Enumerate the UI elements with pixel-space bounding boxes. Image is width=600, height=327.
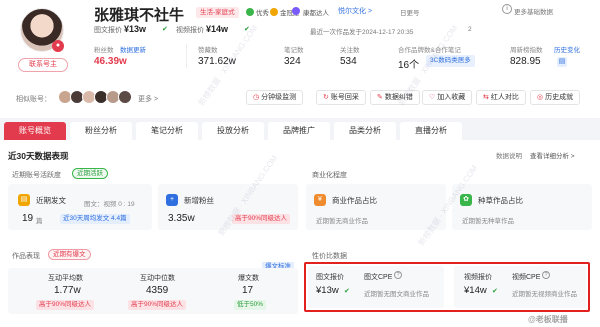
metric-label: 粉丝数 (94, 47, 114, 54)
recent-post-detail: 图文：视频 0 : 19 (84, 201, 135, 208)
badge-icon (292, 7, 300, 15)
perf-title: 作品表现 (12, 253, 40, 260)
seed-note: 近期暂无种草作品 (462, 218, 514, 225)
edit-icon: ✎ (377, 94, 383, 101)
perf-label: 爆文数 (238, 275, 259, 282)
weekly-post-pill: 近30天周均发文 4.4篇 (60, 214, 130, 224)
brands-value: 16个 (398, 60, 420, 71)
compare-icon: ⇆ (483, 94, 489, 101)
perf-pill: 低于50% (234, 300, 267, 310)
perf-pill: 高于90%同级达人 (36, 300, 95, 310)
chart-icon[interactable]: ▤ (557, 57, 567, 67)
recent-post-unit: 篇 (36, 218, 43, 225)
highlight-box (304, 262, 590, 312)
info-icon: i (502, 4, 512, 14)
history-achievement-button[interactable]: ◎ 历史成就 (530, 90, 581, 105)
shop-icon: ¥ (314, 194, 326, 206)
trophy-icon: ◎ (537, 94, 544, 101)
tab-notes[interactable]: 笔记分析 (136, 122, 198, 140)
new-fans-label: 新增粉丝 (184, 196, 214, 205)
perf-label: 互动中位数 (140, 275, 175, 282)
minute-monitor-button[interactable]: ◷ 分钟级监测 (246, 90, 304, 105)
compare-button[interactable]: ⇆ 红人对比 (476, 90, 526, 105)
perf-badge: 近期有爆文 (48, 249, 91, 260)
user-add-icon: + (166, 194, 178, 206)
check-icon: ✔ (162, 26, 168, 33)
account-recall-button[interactable]: ↻ 账号回采 (316, 90, 366, 105)
crown-icon (270, 8, 278, 16)
dept: 2 (468, 26, 472, 33)
image-price: 图文报价 ¥13w (94, 24, 146, 34)
notes-value: 324 (284, 56, 301, 67)
video-price: 视频报价 ¥14w (176, 24, 228, 34)
biz-ratio-label: 商业作品占比 (332, 196, 377, 205)
perf-value: 4359 (146, 285, 169, 296)
category-tag: 生活-家庭式 (196, 7, 239, 18)
flag-excellent: 优秀 (246, 7, 269, 17)
account-name: 张雅琪不社牛 (94, 7, 185, 24)
perf-label: 互动平均数 (48, 275, 83, 282)
contact-owner-button[interactable]: 联系号主 (18, 58, 68, 72)
new-fans-value: 3.35w (168, 213, 195, 224)
recent-post-label: 近期发文 (36, 196, 66, 205)
metric-label: 笔记数 (284, 47, 304, 54)
flag-kangdu (292, 7, 302, 16)
commercial-title: 商业化程度 (312, 172, 347, 179)
clock-icon: ◷ (253, 94, 260, 101)
user-icon: ● (52, 40, 64, 52)
company-link[interactable]: 悦尔文化 > (338, 6, 372, 16)
value-title: 性价比数据 (312, 253, 347, 260)
leaf-icon: ✿ (460, 194, 472, 206)
tab-overview[interactable]: 账号概览 (4, 122, 66, 140)
tab-category[interactable]: 品类分析 (334, 122, 396, 140)
index-value: 828.95 (510, 56, 541, 67)
more-info-link[interactable]: 更多基础数据 (514, 6, 553, 16)
day-tag: 日更号 (400, 10, 420, 17)
history-link[interactable]: 历史变化 (554, 44, 580, 54)
activity-badge: 近期活跃 (72, 168, 108, 179)
metric-label: 周新榜指数 (510, 47, 543, 54)
tab-delivery[interactable]: 投放分析 (202, 122, 264, 140)
related-avatar[interactable] (118, 90, 132, 104)
corner-watermark: @老板联播 (528, 315, 568, 324)
more-analysis-link[interactable]: 查看详细分析 > (530, 150, 575, 160)
recent-post-value: 19 (22, 213, 34, 224)
heart-icon: ♡ (429, 94, 436, 101)
document-icon: ▤ (18, 194, 30, 206)
refresh-icon: ↻ (323, 94, 329, 101)
tab-brand[interactable]: 品牌推广 (268, 122, 330, 140)
tab-fans[interactable]: 粉丝分析 (70, 122, 132, 140)
perf-value: 17 (242, 285, 254, 296)
divider (186, 44, 187, 68)
biz-note: 近期暂无商业作品 (316, 218, 368, 225)
add-favorite-button[interactable]: ♡ 加入收藏 (422, 90, 473, 105)
metric-label: 关注数 (340, 47, 360, 54)
activity-title: 近期账号活跃度 (12, 172, 61, 179)
check-icon (246, 8, 254, 16)
fans-value: 46.39w (94, 56, 127, 67)
related-label: 相似账号： (16, 96, 51, 103)
flag-label: 康都达人 (303, 10, 329, 17)
data-update-link[interactable]: 数据更新 (120, 44, 146, 54)
data-help-link[interactable]: 数据说明 (496, 150, 522, 160)
metric-label: 赞藏数 (198, 47, 218, 54)
perf-value: 1.77w (54, 285, 81, 296)
tab-live[interactable]: 直播分析 (400, 122, 462, 140)
perf-pill: 高于90%同级达人 (128, 300, 187, 310)
following-value: 534 (340, 56, 357, 67)
seed-ratio-label: 种草作品占比 (478, 196, 523, 205)
section-title: 近30天数据表现 (8, 151, 69, 161)
last-update: 最近一次作品发于2024-12-17 20:35 (310, 29, 414, 36)
related-more-link[interactable]: 更多 > (138, 94, 158, 104)
